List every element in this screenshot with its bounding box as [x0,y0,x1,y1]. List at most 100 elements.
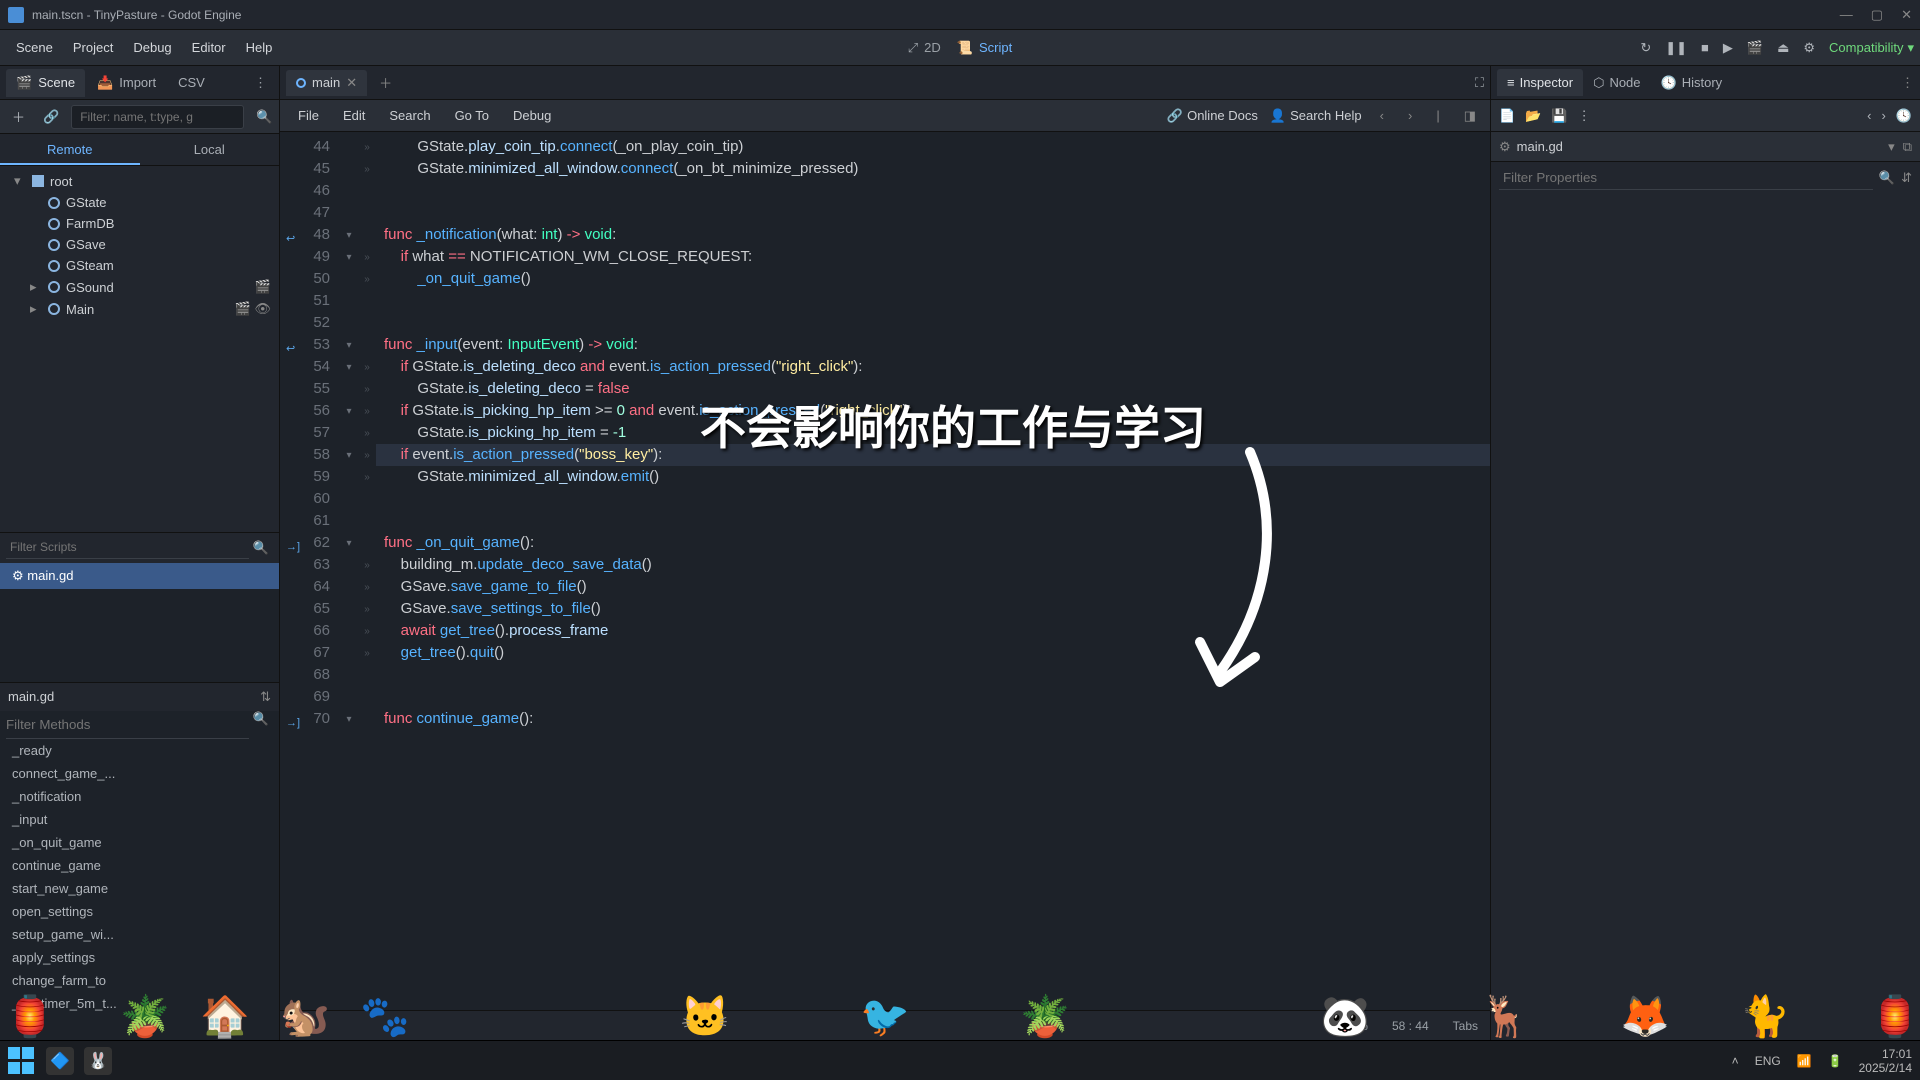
tab-csv[interactable]: CSV [168,69,215,96]
method-item[interactable]: _input [0,808,279,831]
scripts-list[interactable]: ⚙ main.gd [0,563,279,682]
tray-chevron-icon[interactable]: ˄ [1732,1054,1739,1068]
script-menu-search[interactable]: Search [379,104,440,127]
tree-node[interactable]: FarmDB [0,213,279,234]
method-item[interactable]: _ready [0,739,279,762]
tab-inspector[interactable]: ≡ Inspector [1497,69,1583,96]
scene-tree[interactable]: ▾rootGStateFarmDBGSaveGSteam▸GSound🎬▸Mai… [0,166,279,532]
scene-tab-main[interactable]: main ✕ [286,70,367,96]
method-item[interactable]: start_new_game [0,877,279,900]
code-editor[interactable]: 44454647↩4849505152↩535455565758596061→]… [280,132,1490,1010]
search-icon[interactable]: 🔍 [250,105,278,129]
tree-node[interactable]: GSave [0,234,279,255]
method-item[interactable]: _on_quit_game [0,831,279,854]
minimize-button[interactable]: — [1840,7,1853,23]
close-tab-icon[interactable]: ✕ [346,75,357,91]
sort-icon[interactable]: ⇅ [260,689,271,705]
script-menu-edit[interactable]: Edit [333,104,375,127]
history-forward-icon[interactable]: › [1881,108,1885,123]
tray-wifi-icon[interactable]: 📶 [1797,1054,1812,1068]
zoom-level[interactable]: 100 % [1334,1019,1368,1033]
maximize-button[interactable]: ▢ [1871,7,1883,23]
subtab-remote[interactable]: Remote [0,134,140,165]
search-help-link[interactable]: 👤 Search Help [1270,108,1362,124]
start-button[interactable] [8,1047,36,1075]
script-menu-goto[interactable]: Go To [445,104,499,127]
tab-scene[interactable]: 🎬 Scene [6,69,85,97]
tree-node[interactable]: GSteam [0,255,279,276]
expand-editor-icon[interactable]: ⛶ [1475,75,1484,91]
method-item[interactable]: continue_game [0,854,279,877]
resource-options-icon[interactable]: ⋮ [1578,108,1591,124]
menu-help[interactable]: Help [236,34,283,61]
method-item[interactable]: open_settings [0,900,279,923]
gear-icon: ⚙ [1499,139,1511,155]
indent-mode[interactable]: Tabs [1453,1019,1478,1033]
tab-import[interactable]: 📥 Import [87,69,166,97]
search-icon[interactable]: 🔍 [1873,170,1901,186]
new-resource-icon[interactable]: 📄 [1499,108,1515,124]
menu-scene[interactable]: Scene [6,34,63,61]
tab-history[interactable]: 🕓 History [1651,69,1733,97]
inspector-filter-input[interactable] [1499,166,1873,190]
stop-button[interactable]: ■ [1701,40,1709,55]
method-item[interactable]: connect_game_... [0,762,279,785]
dock-options-icon[interactable]: ⋮ [1901,75,1914,91]
run-scene-button[interactable]: ▶ [1723,40,1733,56]
history-menu-icon[interactable]: 🕓 [1896,108,1912,124]
script-nav-chevron[interactable]: ‹ [292,1019,296,1033]
play-project-button[interactable]: ↻ [1640,40,1651,56]
taskbar-app-godot[interactable]: 🔷 [46,1047,74,1075]
tray-battery-icon[interactable]: 🔋 [1828,1054,1843,1068]
scripts-filter-input[interactable] [6,536,249,559]
run-specific-button[interactable]: 🎬 [1747,40,1763,56]
scene-filter-input[interactable] [71,105,244,129]
menu-project[interactable]: Project [63,34,123,61]
tree-node[interactable]: GState [0,192,279,213]
tree-node[interactable]: ▸Main🎬 👁 [0,298,279,320]
search-icon[interactable]: 🔍 [249,540,273,556]
menu-debug[interactable]: Debug [123,34,181,61]
menu-editor[interactable]: Editor [182,34,236,61]
mode-2d[interactable]: ⤢ 2D [908,40,941,56]
method-item[interactable]: apply_settings [0,946,279,969]
extra-options-icon[interactable]: ⧉ [1895,139,1912,155]
script-menu-file[interactable]: File [288,104,329,127]
method-item[interactable]: _on_timer_5m_t... [0,992,279,1015]
toggle-panel-button[interactable]: ◨ [1458,106,1482,126]
method-item[interactable]: change_farm_to [0,969,279,992]
search-icon[interactable]: 🔍 [249,711,273,739]
subtab-local[interactable]: Local [140,134,280,165]
taskbar-app-game[interactable]: 🐰 [84,1047,112,1075]
tree-node[interactable]: ▾root [0,170,279,192]
close-button[interactable]: ✕ [1901,7,1912,23]
tray-clock[interactable]: 17:01 2025/2/14 [1859,1047,1912,1075]
add-tab-button[interactable]: ＋ [371,69,400,96]
mode-script[interactable]: 📜 Script [957,40,1012,56]
tray-lang[interactable]: ENG [1755,1054,1781,1068]
movie-maker-button[interactable]: ⏏ [1777,40,1789,56]
online-docs-link[interactable]: 🔗 Online Docs [1167,108,1258,124]
renderer-select[interactable]: Compatibility ▾ [1829,40,1914,56]
link-node-button[interactable]: 🔗 [37,105,65,129]
main-menubar: Scene Project Debug Editor Help ⤢ 2D 📜 S… [0,30,1920,66]
filter-options-icon[interactable]: ⇵ [1901,170,1912,186]
nav-forward-button[interactable]: › [1402,106,1418,125]
method-item[interactable]: setup_game_wi... [0,923,279,946]
tree-node[interactable]: ▸GSound🎬 [0,276,279,298]
load-resource-icon[interactable]: 📂 [1525,108,1541,124]
script-item[interactable]: ⚙ main.gd [0,563,279,589]
script-menu-debug[interactable]: Debug [503,104,561,127]
dock-options-icon[interactable]: ⋮ [248,71,273,95]
methods-list[interactable]: _readyconnect_game_..._notification_inpu… [0,739,279,1041]
method-item[interactable]: _notification [0,785,279,808]
save-resource-icon[interactable]: 💾 [1551,108,1567,124]
history-back-icon[interactable]: ‹ [1867,108,1871,123]
methods-filter-input[interactable] [6,711,249,739]
tab-node[interactable]: ⬡ Node [1583,69,1650,97]
render-mode-button[interactable]: ⚙ [1803,40,1815,56]
inspector-resource-row[interactable]: ⚙ main.gd ▾ ⧉ [1491,132,1920,162]
add-node-button[interactable]: ＋ [6,103,31,130]
nav-back-button[interactable]: ‹ [1374,106,1390,125]
pause-button[interactable]: ❚❚ [1665,40,1687,56]
